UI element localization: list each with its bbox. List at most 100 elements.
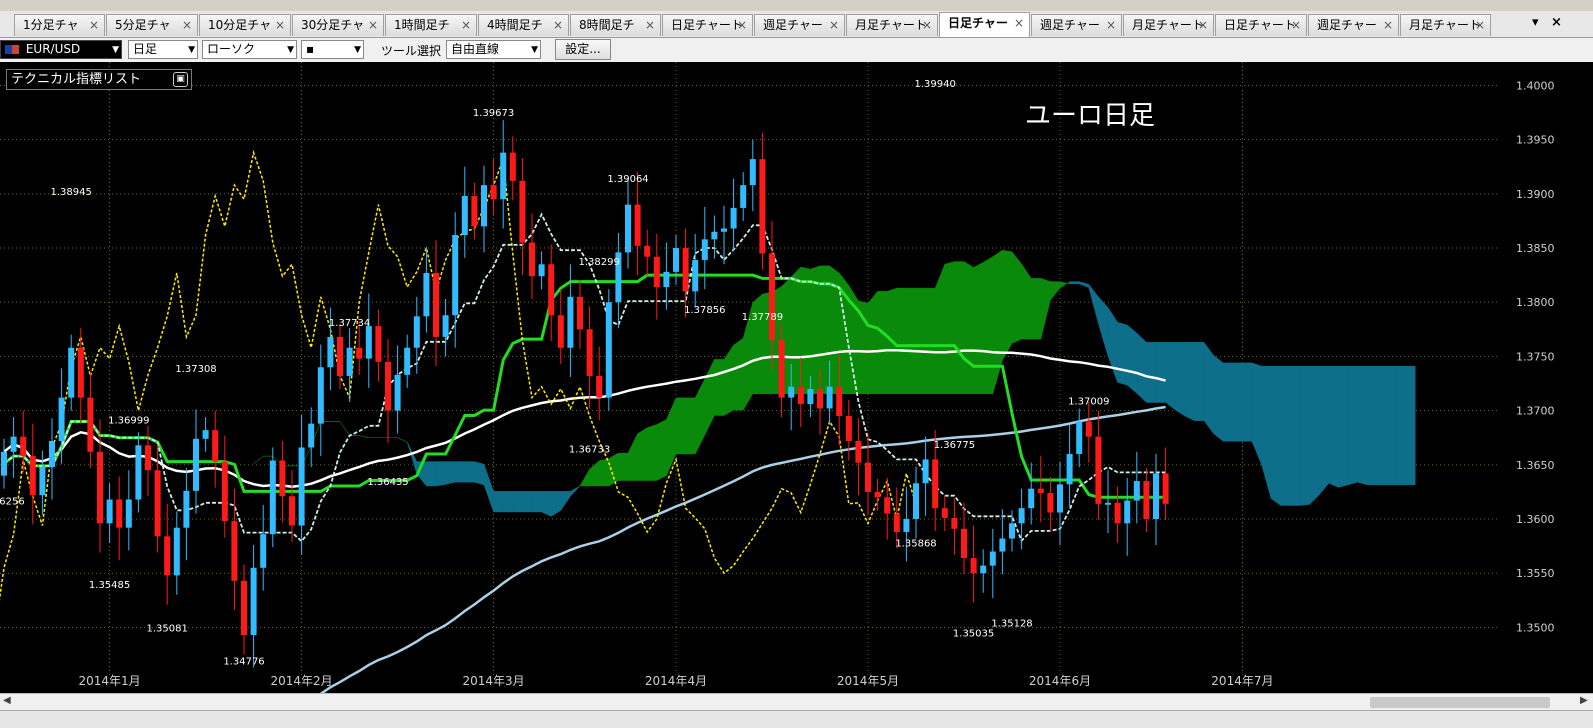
candle-body bbox=[605, 302, 612, 398]
tab-close-icon[interactable]: × bbox=[368, 15, 378, 36]
ichimoku-cloud bbox=[1126, 324, 1138, 394]
symbol-select[interactable]: EUR/USD ▼ bbox=[0, 40, 122, 59]
chart-canvas: 1.4000 1.3950 1.3900 1.3850 1.3800 1.3750 1.37… bbox=[0, 62, 1555, 693]
tab-close-icon[interactable]: × bbox=[922, 15, 932, 36]
price-annotation: 1.35868 bbox=[895, 538, 936, 549]
tab-chart[interactable]: 月足チャート × bbox=[1123, 14, 1214, 36]
tab-chart[interactable]: 4時間足チ × bbox=[478, 14, 569, 36]
price-chart[interactable]: 1.4000 1.3950 1.3900 1.3850 1.3800 1.3750 1.37… bbox=[0, 62, 1593, 693]
window-close-icon[interactable]: × bbox=[1551, 15, 1562, 30]
tab-close-icon[interactable]: × bbox=[645, 15, 655, 36]
ichimoku-cloud bbox=[800, 266, 811, 395]
timeframe-select[interactable]: 日足 ▼ bbox=[128, 40, 198, 59]
candle-body bbox=[317, 367, 324, 424]
minimize-icon[interactable]: ▣ bbox=[173, 72, 188, 87]
ichimoku-cloud bbox=[915, 287, 926, 395]
tab-chart[interactable]: 週足チャー × bbox=[1308, 14, 1399, 36]
candle-body bbox=[490, 185, 497, 200]
candle-body bbox=[68, 347, 75, 398]
tab-chart[interactable]: 8時間足チ × bbox=[570, 14, 661, 36]
ichimoku-cloud bbox=[925, 287, 936, 395]
ichimoku-cloud bbox=[359, 435, 369, 438]
price-annotation: 1.37308 bbox=[175, 364, 216, 375]
ichimoku-cloud bbox=[550, 491, 562, 517]
ichimoku-cloud bbox=[1290, 365, 1301, 506]
tab-label: 30分足チャ bbox=[301, 18, 365, 32]
tab-close-icon[interactable]: × bbox=[182, 15, 192, 36]
candle-body bbox=[874, 491, 881, 498]
candle-body bbox=[980, 565, 987, 574]
ichimoku-cloud bbox=[714, 359, 725, 416]
y-tick-label: 1.3700 bbox=[1516, 405, 1555, 418]
candle-body bbox=[778, 340, 785, 398]
tab-close-icon[interactable]: × bbox=[1291, 15, 1301, 36]
candle-body bbox=[404, 347, 411, 375]
tab-label: 週足チャー bbox=[1317, 18, 1377, 32]
ichimoku-cloud bbox=[656, 419, 667, 481]
tab-label: 日足チャート bbox=[671, 18, 743, 32]
indicator-list-panel[interactable]: テクニカル指標リスト ▣ bbox=[6, 69, 192, 90]
tab-chart[interactable]: 5分足チャ × bbox=[106, 14, 198, 36]
tab-chart[interactable]: 1分足チャ × bbox=[14, 14, 105, 36]
tab-chart[interactable]: 日足チャー × bbox=[939, 12, 1030, 37]
tab-label: 10分足チャ bbox=[208, 18, 272, 32]
candle-body bbox=[442, 315, 449, 337]
ichimoku-cloud bbox=[934, 264, 946, 395]
chart-title: ユーロ日足 bbox=[1025, 101, 1156, 131]
scroll-thumb[interactable] bbox=[1370, 697, 1550, 708]
y-tick-label: 1.3750 bbox=[1516, 350, 1555, 363]
tab-close-icon[interactable]: × bbox=[1475, 15, 1485, 36]
candle-body bbox=[1076, 421, 1083, 454]
horizontal-scrollbar[interactable]: ◀ ▶ bbox=[0, 693, 1593, 711]
tab-close-icon[interactable]: × bbox=[275, 15, 285, 36]
tab-chart[interactable]: 30分足チャ × bbox=[292, 14, 384, 36]
candle-body bbox=[279, 460, 286, 497]
scroll-left-icon[interactable]: ◀ bbox=[3, 695, 11, 706]
tab-chart[interactable]: 日足チャート × bbox=[662, 14, 753, 36]
ichimoku-cloud bbox=[1280, 365, 1291, 506]
ichimoku-cloud bbox=[445, 461, 456, 485]
tab-close-icon[interactable]: × bbox=[461, 15, 471, 36]
candle-body bbox=[797, 386, 804, 405]
tab-chart[interactable]: 10分足チャ × bbox=[199, 14, 291, 36]
tab-close-icon[interactable]: × bbox=[737, 15, 747, 36]
candle-body bbox=[644, 245, 651, 257]
tab-label: 週足チャー bbox=[1040, 18, 1100, 32]
tab-label: 5分足チャ bbox=[115, 18, 171, 32]
tool-select[interactable]: 自由直線 ▼ bbox=[446, 40, 541, 59]
ichimoku-cloud bbox=[675, 397, 686, 455]
scroll-right-icon[interactable]: ▶ bbox=[1580, 695, 1588, 706]
tab-close-icon[interactable]: × bbox=[1383, 15, 1393, 36]
tab-chart[interactable]: 1時間足チ × bbox=[385, 14, 477, 36]
candle-body bbox=[913, 483, 919, 520]
tab-chart[interactable]: 日足チャート × bbox=[1215, 14, 1307, 36]
line-style-select[interactable]: ▪ ▼ bbox=[301, 40, 364, 59]
candle-body bbox=[845, 416, 852, 441]
tab-close-icon[interactable]: × bbox=[89, 15, 99, 36]
ichimoku-cloud bbox=[570, 485, 581, 497]
chart-type-select[interactable]: ローソク ▼ bbox=[202, 40, 297, 59]
ichimoku-cloud bbox=[790, 266, 802, 395]
tab-chart[interactable]: 週足チャー × bbox=[754, 14, 845, 36]
candle-body bbox=[183, 490, 190, 528]
tab-close-icon[interactable]: × bbox=[1014, 13, 1024, 34]
ichimoku-cloud bbox=[589, 460, 600, 487]
ichimoku-cloud bbox=[1088, 283, 1099, 324]
settings-button[interactable]: 設定... bbox=[555, 39, 611, 60]
tab-close-icon[interactable]: × bbox=[1106, 15, 1116, 36]
ichimoku-cloud bbox=[1386, 365, 1397, 486]
tab-chart[interactable]: 週足チャー × bbox=[1031, 14, 1122, 36]
tab-chart[interactable]: 月足チャート × bbox=[846, 14, 938, 36]
tab-close-icon[interactable]: × bbox=[553, 15, 563, 36]
ichimoku-cloud bbox=[1376, 365, 1387, 486]
candle-body bbox=[567, 296, 574, 348]
price-annotation: 1.39673 bbox=[473, 108, 514, 119]
tab-chart[interactable]: 月足チャート × bbox=[1400, 14, 1491, 36]
tab-close-icon[interactable]: × bbox=[829, 15, 839, 36]
tab-menu-icon[interactable]: ▾ bbox=[1532, 15, 1539, 30]
candle-body bbox=[97, 451, 103, 524]
tab-bar: 月足チャート × 週足チャー × 日足チャート × 月足チャート × 週足チャー × 日足チャー × 月… bbox=[0, 11, 1593, 38]
ichimoku-cloud bbox=[1146, 342, 1157, 403]
ichimoku-cloud bbox=[464, 461, 475, 483]
tab-close-icon[interactable]: × bbox=[1198, 15, 1208, 36]
